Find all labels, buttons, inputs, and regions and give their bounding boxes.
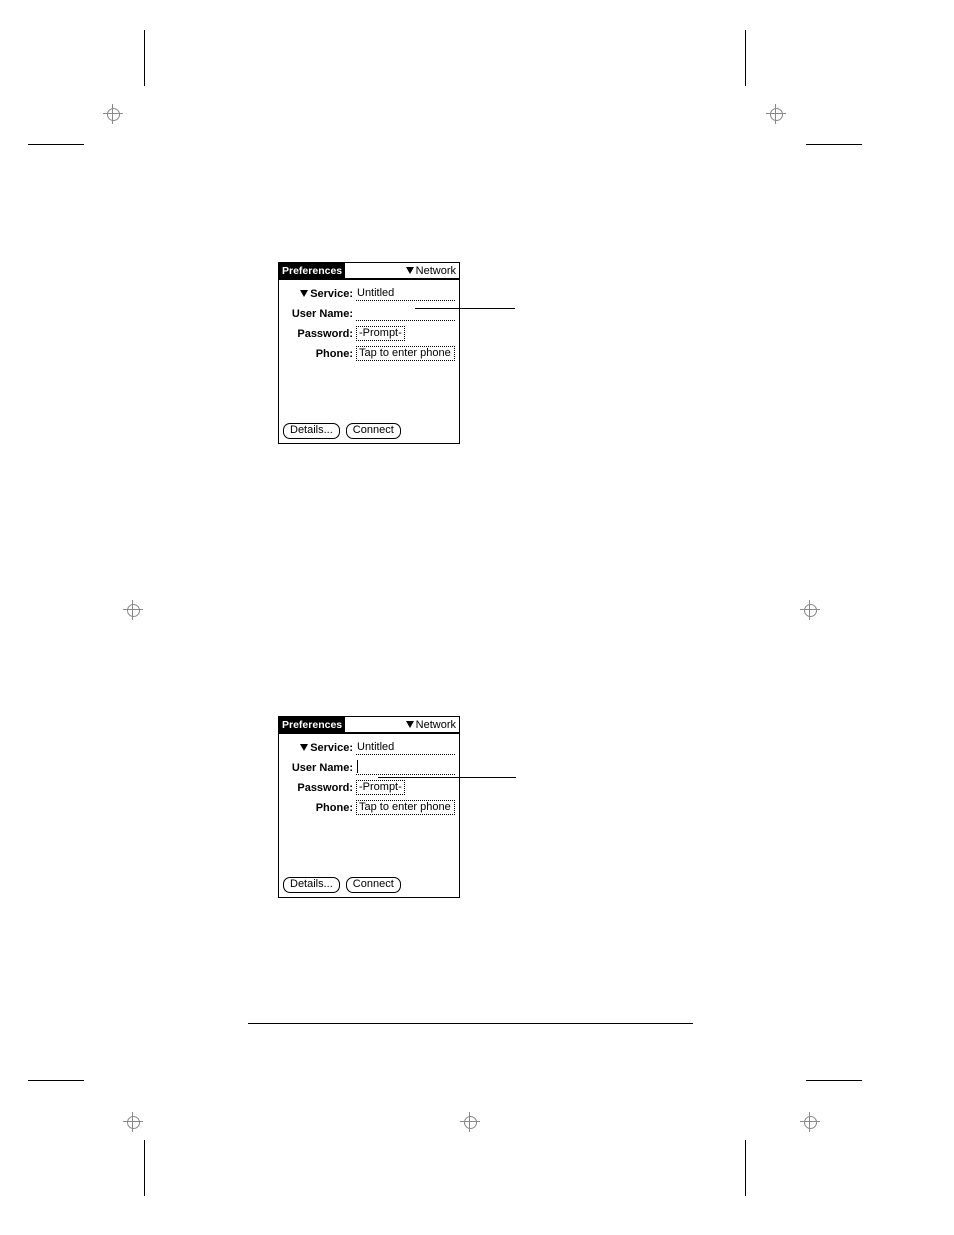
username-row: User Name:: [283, 760, 455, 775]
category-label: Network: [416, 265, 456, 277]
service-label-text: Service:: [310, 288, 353, 300]
registration-mark: [460, 1112, 480, 1132]
details-button[interactable]: Details...: [283, 877, 340, 893]
phone-field[interactable]: Tap to enter phone: [356, 346, 455, 361]
crop-mark: [806, 1080, 862, 1081]
registration-mark: [123, 600, 143, 620]
app-title: Preferences: [279, 717, 345, 732]
crop-mark: [745, 1140, 746, 1196]
service-row: Service: Untitled: [283, 286, 455, 301]
crop-mark: [28, 1080, 84, 1081]
preferences-panel: Preferences Network Service: Untitled Us…: [278, 716, 460, 898]
username-label: User Name:: [283, 308, 356, 320]
service-selector[interactable]: Service:: [283, 288, 356, 300]
dropdown-icon: [300, 290, 308, 297]
dropdown-icon: [406, 721, 414, 728]
crop-mark: [144, 1140, 145, 1196]
title-bar: Preferences Network: [279, 263, 459, 280]
connect-button[interactable]: Connect: [346, 423, 401, 439]
password-row: Password: -Prompt-: [283, 326, 455, 341]
service-label-text: Service:: [310, 742, 353, 754]
category-selector[interactable]: Network: [406, 263, 459, 278]
service-value[interactable]: Untitled: [356, 287, 455, 301]
page-footer-rule: [248, 1023, 693, 1024]
registration-mark: [800, 1112, 820, 1132]
registration-mark: [123, 1112, 143, 1132]
button-row: Details... Connect: [283, 877, 401, 893]
password-label: Password:: [283, 782, 356, 794]
form-area: Service: Untitled User Name: Password: -…: [279, 734, 459, 815]
service-value[interactable]: Untitled: [356, 741, 455, 755]
crop-mark: [28, 144, 84, 145]
service-row: Service: Untitled: [283, 740, 455, 755]
category-label: Network: [416, 719, 456, 731]
phone-label: Phone:: [283, 348, 356, 360]
preferences-panel: Preferences Network Service: Untitled Us…: [278, 262, 460, 444]
service-selector[interactable]: Service:: [283, 742, 356, 754]
registration-mark: [800, 600, 820, 620]
app-title: Preferences: [279, 263, 345, 278]
callout-line: [378, 777, 516, 778]
dropdown-icon: [300, 744, 308, 751]
crop-mark: [745, 30, 746, 86]
connect-button[interactable]: Connect: [346, 877, 401, 893]
dropdown-icon: [406, 267, 414, 274]
phone-field[interactable]: Tap to enter phone: [356, 800, 455, 815]
form-area: Service: Untitled User Name: Password: -…: [279, 280, 459, 361]
username-field[interactable]: [356, 761, 455, 775]
title-bar: Preferences Network: [279, 717, 459, 734]
category-selector[interactable]: Network: [406, 717, 459, 732]
password-field[interactable]: -Prompt-: [356, 780, 405, 795]
phone-label: Phone:: [283, 802, 356, 814]
registration-mark: [103, 104, 123, 124]
registration-mark: [766, 104, 786, 124]
username-label: User Name:: [283, 762, 356, 774]
crop-mark: [806, 144, 862, 145]
crop-mark: [144, 30, 145, 86]
phone-row: Phone: Tap to enter phone: [283, 346, 455, 361]
callout-line: [415, 308, 515, 309]
button-row: Details... Connect: [283, 423, 401, 439]
phone-row: Phone: Tap to enter phone: [283, 800, 455, 815]
password-row: Password: -Prompt-: [283, 780, 455, 795]
details-button[interactable]: Details...: [283, 423, 340, 439]
password-label: Password:: [283, 328, 356, 340]
text-cursor: [357, 760, 358, 773]
password-field[interactable]: -Prompt-: [356, 326, 405, 341]
